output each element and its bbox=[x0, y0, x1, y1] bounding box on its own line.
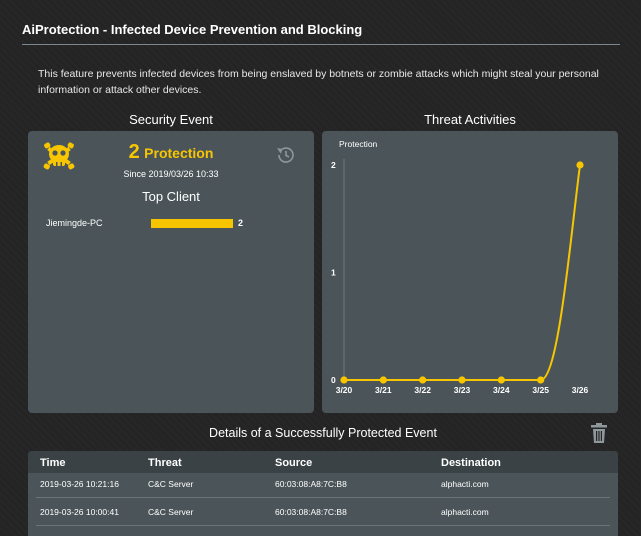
column-header-source: Source bbox=[275, 457, 313, 469]
trash-icon[interactable] bbox=[590, 422, 608, 444]
cell-time: 2019-03-26 10:00:41 bbox=[40, 507, 119, 517]
protected-events-table: Time Threat Source Destination 2019-03-2… bbox=[28, 451, 618, 536]
column-header-time: Time bbox=[40, 457, 66, 469]
cell-time: 2019-03-26 10:21:16 bbox=[40, 479, 119, 489]
x-tick-label: 3/21 bbox=[375, 385, 392, 395]
cell-destination: alphacti.com bbox=[441, 507, 489, 517]
cell-threat: C&C Server bbox=[148, 507, 194, 517]
table-header: Time Threat Source Destination bbox=[28, 451, 618, 473]
top-client-heading: Top Client bbox=[142, 189, 200, 204]
row-divider bbox=[36, 525, 610, 526]
client-count-bar bbox=[151, 219, 233, 228]
y-tick-label: 1 bbox=[331, 268, 336, 278]
protection-count-label: Protection bbox=[144, 145, 214, 161]
cell-threat: C&C Server bbox=[148, 479, 194, 489]
data-point bbox=[340, 376, 348, 384]
data-point bbox=[379, 376, 387, 384]
security-event-heading: Security Event bbox=[129, 112, 213, 127]
client-count: 2 bbox=[238, 218, 244, 228]
data-point bbox=[419, 376, 427, 384]
reset-history-icon[interactable] bbox=[274, 143, 298, 167]
x-tick-label: 3/23 bbox=[454, 385, 471, 395]
threat-activities-chart: Protection 0 1 2 3/20 3/21 3/22 3/23 3/24 3/25 3/2… bbox=[331, 139, 589, 395]
table-row: 2019-03-26 10:21:16 C&C Server 60:03:08:… bbox=[28, 473, 618, 495]
x-tick-label: 3/20 bbox=[336, 385, 353, 395]
protection-count: 2 Protection bbox=[28, 141, 314, 164]
title-divider bbox=[22, 44, 620, 45]
y-tick-label: 2 bbox=[331, 160, 336, 170]
details-heading: Details of a Successfully Protected Even… bbox=[209, 426, 437, 440]
cell-source: 60:03:08:A8:7C:B8 bbox=[275, 507, 347, 517]
top-client-row: Jiemingde-PC 2 bbox=[46, 218, 296, 230]
protection-count-number: 2 bbox=[128, 141, 140, 163]
y-axis-label: Protection bbox=[339, 139, 378, 149]
cell-destination: alphacti.com bbox=[441, 479, 489, 489]
x-tick-label: 3/25 bbox=[532, 385, 549, 395]
table-row: 2019-03-26 10:00:41 C&C Server 60:03:08:… bbox=[28, 501, 618, 523]
security-event-panel: 2 Protection Since 2019/03/26 10:33 Top … bbox=[28, 131, 314, 413]
data-point bbox=[458, 376, 466, 384]
feature-description: This feature prevents infected devices f… bbox=[38, 68, 599, 96]
x-tick-label: 3/24 bbox=[493, 385, 510, 395]
series-line bbox=[344, 164, 581, 381]
since-timestamp: Since 2019/03/26 10:33 bbox=[123, 169, 219, 179]
client-name: Jiemingde-PC bbox=[46, 218, 103, 228]
y-tick-label: 0 bbox=[331, 375, 336, 385]
data-point bbox=[537, 376, 545, 384]
column-header-destination: Destination bbox=[441, 457, 501, 469]
x-tick-label: 3/26 bbox=[572, 385, 589, 395]
data-point bbox=[497, 376, 505, 384]
threat-activities-panel: Protection 0 1 2 3/20 3/21 3/22 3/23 3/24 3/25 3/2… bbox=[322, 131, 618, 413]
cell-source: 60:03:08:A8:7C:B8 bbox=[275, 479, 347, 489]
column-header-threat: Threat bbox=[148, 457, 182, 469]
page-title: AiProtection - Infected Device Preventio… bbox=[22, 22, 363, 37]
x-tick-label: 3/22 bbox=[414, 385, 431, 395]
threat-activities-heading: Threat Activities bbox=[424, 112, 516, 127]
row-divider bbox=[36, 497, 610, 498]
data-point bbox=[576, 161, 584, 169]
